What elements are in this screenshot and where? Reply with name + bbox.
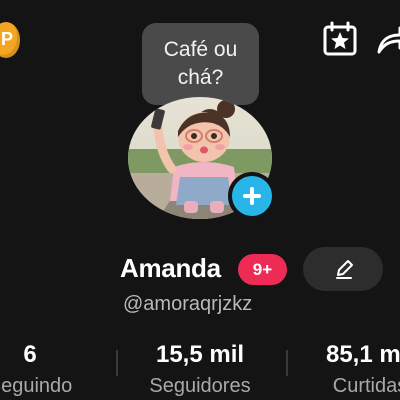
profile-name: Amanda <box>120 253 221 283</box>
stat-likes[interactable]: 85,1 mil Curtidas <box>300 341 400 398</box>
calendar-star-icon[interactable] <box>322 21 358 57</box>
following-count: 6 <box>23 341 37 368</box>
status-bubble[interactable]: Café ou chá? <box>142 23 259 105</box>
stat-followers[interactable]: 15,5 mil Seguidores <box>130 341 270 398</box>
stat-following[interactable]: 6 Seguindo <box>0 341 100 398</box>
notification-badge[interactable]: 9+ <box>238 254 287 285</box>
edit-profile-button[interactable] <box>303 247 383 291</box>
followers-count: 15,5 mil <box>155 341 245 368</box>
coin-icon[interactable]: P <box>0 22 20 58</box>
add-story-button[interactable] <box>228 172 276 220</box>
following-label: Seguindo <box>0 375 73 397</box>
status-text: Café ou chá? <box>163 38 238 89</box>
followers-label: Seguidores <box>149 375 251 397</box>
share-arrow-icon[interactable] <box>376 22 400 58</box>
stat-divider <box>286 350 288 376</box>
likes-count: 85,1 mil <box>325 341 400 368</box>
coin-glyph: P <box>1 29 14 49</box>
likes-label: Curtidas <box>332 375 400 397</box>
pencil-icon <box>336 260 353 279</box>
stat-divider <box>116 350 118 376</box>
username-handle: @amoraqrjzkz <box>123 293 253 315</box>
